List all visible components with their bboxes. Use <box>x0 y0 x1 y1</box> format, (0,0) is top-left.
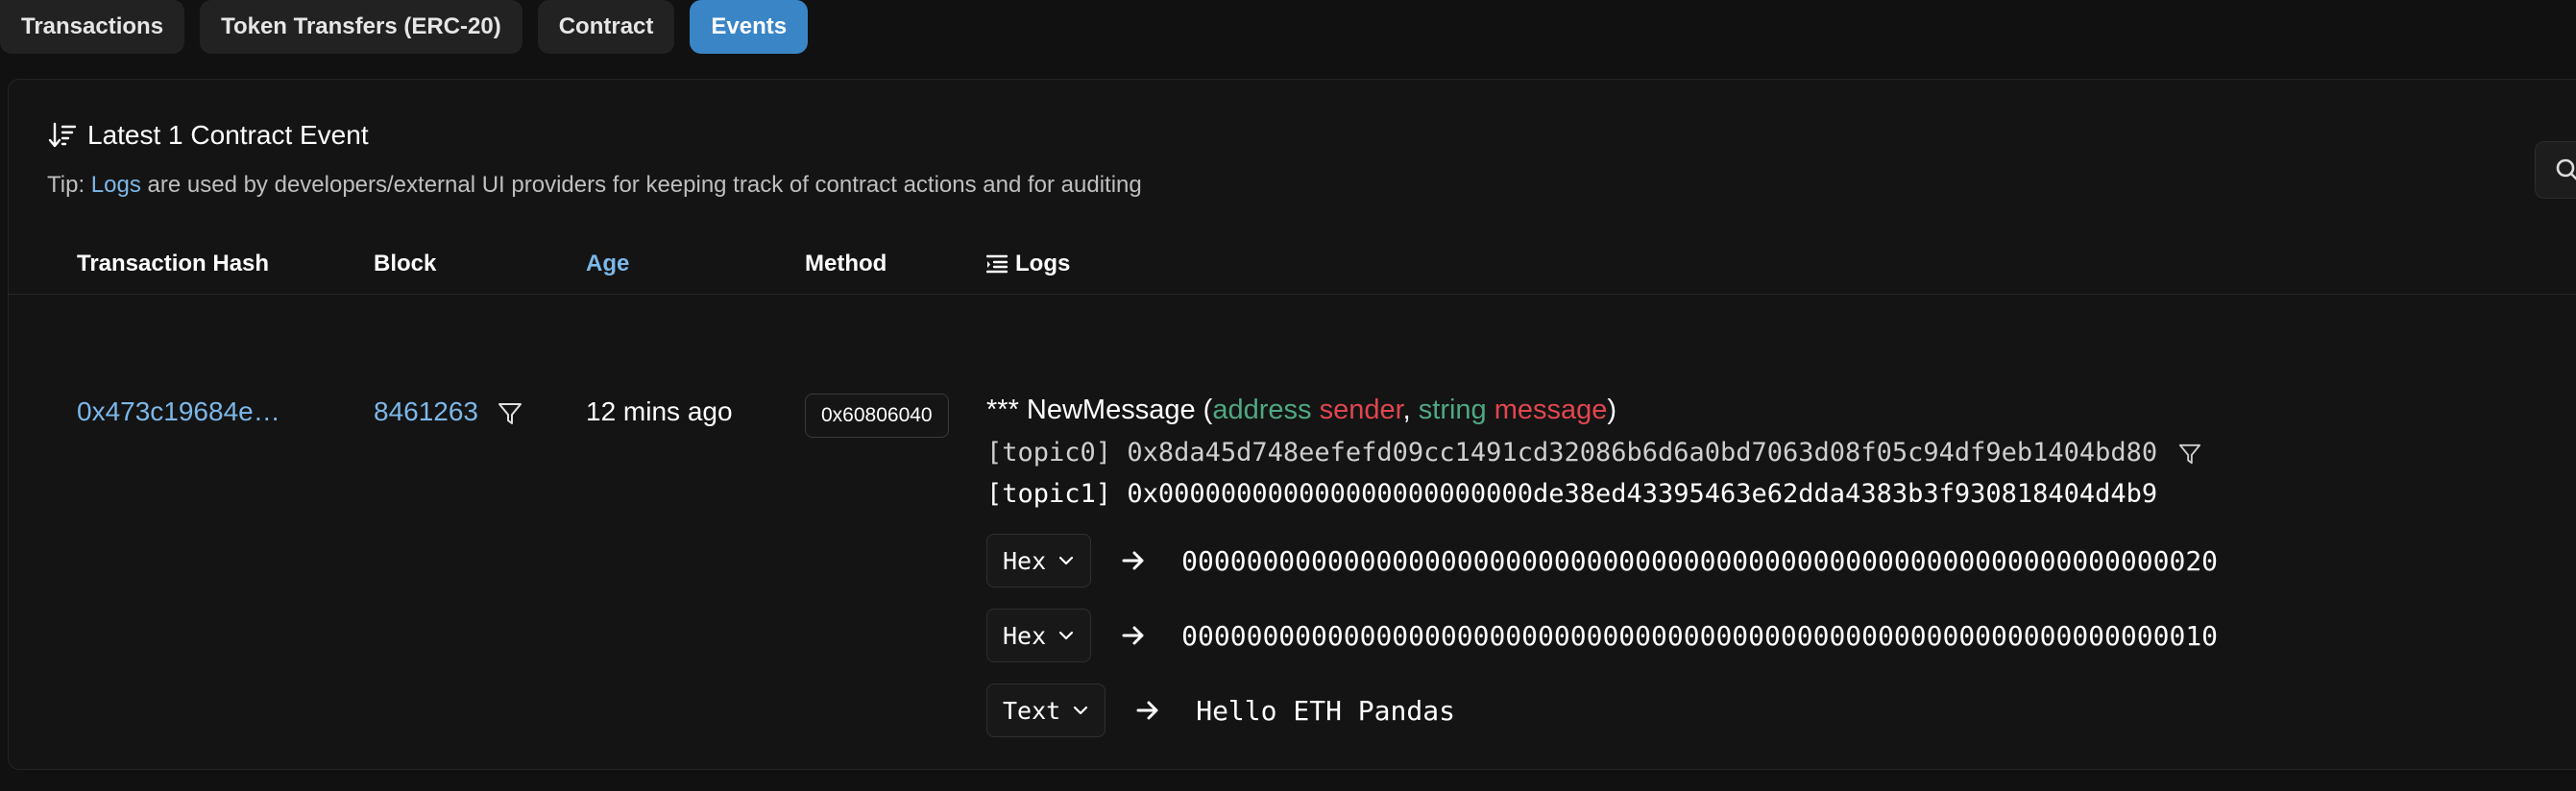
data-value: 0000000000000000000000000000000000000000… <box>1181 619 2219 652</box>
data-value: 0000000000000000000000000000000000000000… <box>1181 544 2219 577</box>
arrow-right-icon <box>1120 547 1147 574</box>
tip-text: Tip: Logs are used by developers/externa… <box>47 172 1142 199</box>
age-cell: 12 mins ago <box>586 396 733 426</box>
list-indent-icon <box>986 254 1008 274</box>
table-header: Transaction Hash Block Age Method Logs <box>9 235 2576 295</box>
topic-value: 0x8da45d748eefefd09cc1491cd32086b6d6a0bd… <box>1127 438 2158 467</box>
param-separator: , <box>1402 395 1419 425</box>
data-row: Hex 000000000000000000000000000000000000… <box>986 609 2218 662</box>
header-transaction-hash: Transaction Hash <box>77 251 270 276</box>
event-signature: *** NewMessage (address sender, string m… <box>986 395 2218 426</box>
data-row: Hex 000000000000000000000000000000000000… <box>986 534 2218 587</box>
format-select[interactable]: Hex <box>986 609 1092 662</box>
format-label: Hex <box>1003 546 1047 575</box>
logs-link[interactable]: Logs <box>91 172 141 198</box>
transaction-hash-link[interactable]: 0x473c19684e… <box>77 396 280 427</box>
events-card: Latest 1 Contract Event Tip: Logs are us… <box>8 79 2576 770</box>
topic-row: [topic0] 0x8da45d748eefefd09cc1491cd3208… <box>986 438 2218 467</box>
header-method: Method <box>805 251 887 276</box>
method-cell: 0x60806040 <box>805 394 949 438</box>
format-select[interactable]: Hex <box>986 534 1092 587</box>
header-logs: Logs <box>986 251 1070 277</box>
event-prefix: *** NewMessage ( <box>986 395 1213 425</box>
block-cell: 8461263 <box>374 396 522 427</box>
block-link[interactable]: 8461263 <box>374 396 478 426</box>
format-select[interactable]: Text <box>986 683 1106 737</box>
logs-cell: *** NewMessage (address sender, string m… <box>986 395 2218 737</box>
topic-value: 0x000000000000000000000000de38ed43395463… <box>1127 479 2158 509</box>
filter-icon[interactable] <box>2178 443 2201 466</box>
card-header: Latest 1 Contract Event Tip: Logs are us… <box>47 120 1142 199</box>
topic-label: [topic0] <box>986 438 1112 467</box>
header-block: Block <box>374 251 437 276</box>
data-value: Hello ETH Pandas <box>1196 694 1455 727</box>
header-logs-label: Logs <box>1015 251 1071 276</box>
param-type: address <box>1212 395 1312 425</box>
param-name: message <box>1494 395 1608 425</box>
param-name: sender <box>1319 395 1403 425</box>
search-icon <box>2556 158 2576 180</box>
data-rows: Hex 000000000000000000000000000000000000… <box>986 534 2218 737</box>
tab-bar: Transactions Token Transfers (ERC-20) Co… <box>0 0 809 56</box>
topic-label: [topic1] <box>986 479 1112 509</box>
tab-transactions[interactable]: Transactions <box>0 0 185 54</box>
param-type: string <box>1418 395 1487 425</box>
chevron-down-icon <box>1074 706 1088 715</box>
tab-contract[interactable]: Contract <box>537 0 675 54</box>
arrow-right-icon <box>1134 697 1161 724</box>
topic-row: [topic1] 0x000000000000000000000000de38e… <box>986 479 2218 509</box>
tip-prefix: Tip: <box>47 172 85 198</box>
filter-icon[interactable] <box>498 401 522 426</box>
sort-descending-icon <box>48 122 77 148</box>
table-row: 0x473c19684e… 8461263 12 mins ago 0x6080… <box>9 295 2576 737</box>
header-age[interactable]: Age <box>586 251 629 277</box>
method-badge: 0x60806040 <box>805 394 949 438</box>
tab-events[interactable]: Events <box>690 0 809 54</box>
data-row: Text Hello ETH Pandas <box>986 683 2218 737</box>
format-label: Text <box>1003 696 1061 725</box>
event-suffix: ) <box>1607 395 1617 425</box>
card-title: Latest 1 Contract Event <box>87 120 369 150</box>
chevron-down-icon <box>1059 631 1074 640</box>
chevron-down-icon <box>1059 556 1074 565</box>
arrow-right-icon <box>1120 622 1147 649</box>
format-label: Hex <box>1003 621 1047 650</box>
search-button[interactable] <box>2535 141 2576 199</box>
tab-token-transfers[interactable]: Token Transfers (ERC-20) <box>200 0 522 54</box>
tip-suffix: are used by developers/external UI provi… <box>147 172 1142 198</box>
